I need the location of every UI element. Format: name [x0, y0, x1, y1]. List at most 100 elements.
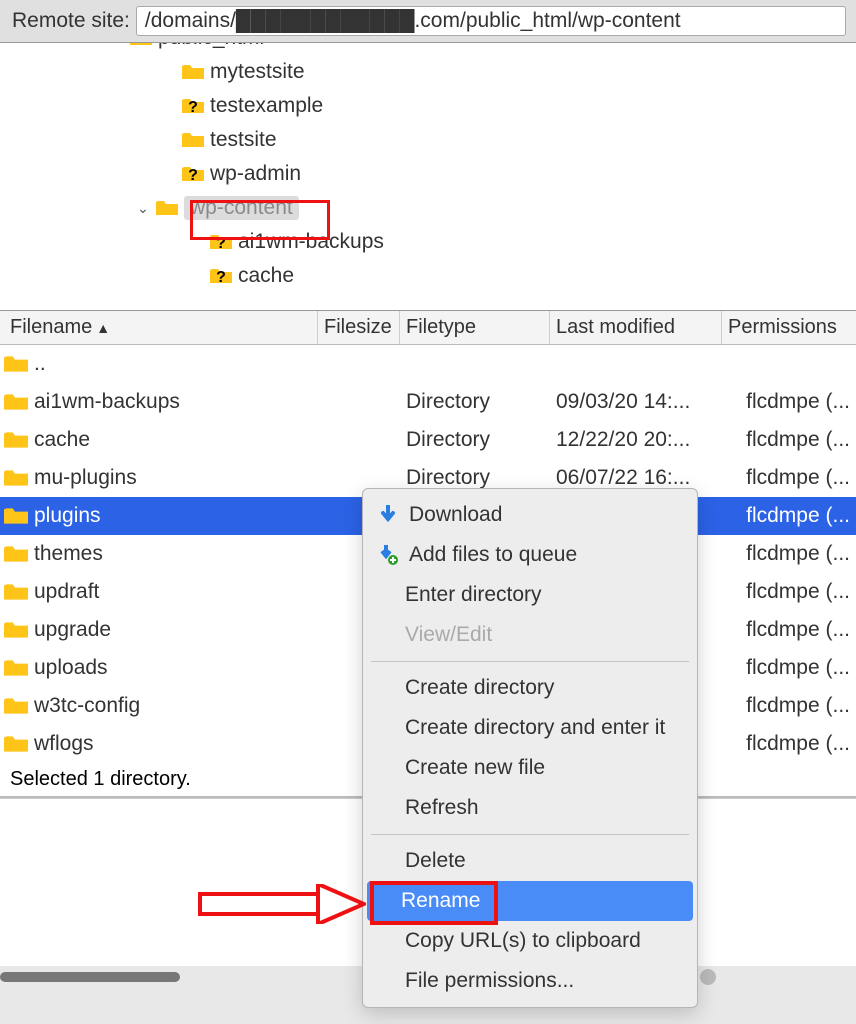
menu-view-edit: View/Edit [363, 615, 697, 655]
file-permissions: flcdmpe (... [722, 694, 856, 718]
expand-toggle-icon[interactable]: ⌄ [134, 200, 152, 217]
folder-icon [4, 430, 28, 450]
context-menu: Download Add files to queue Enter direct… [362, 488, 698, 1008]
file-permissions: flcdmpe (... [722, 580, 856, 604]
file-modified: 12/22/20 20:... [550, 428, 722, 452]
tree-item-wp-admin[interactable]: wp-admin [0, 157, 856, 191]
menu-file-permissions[interactable]: File permissions... [363, 961, 697, 1001]
header-modified[interactable]: Last modified [550, 311, 722, 344]
tree-item-testsite[interactable]: testsite [0, 123, 856, 157]
file-name: w3tc-config [34, 694, 140, 718]
tree-item-label: testexample [210, 94, 323, 118]
folder-icon [4, 582, 28, 602]
file-modified: 06/07/22 16:... [550, 466, 722, 490]
folder-icon [182, 62, 204, 82]
menu-create-directory[interactable]: Create directory [363, 668, 697, 708]
menu-enter-directory[interactable]: Enter directory [363, 575, 697, 615]
sort-asc-icon: ▲ [96, 320, 110, 336]
menu-separator [371, 661, 689, 662]
file-name: upgrade [34, 618, 111, 642]
download-icon [375, 505, 401, 525]
file-permissions: flcdmpe (... [722, 504, 856, 528]
file-modified: 09/03/20 14:... [550, 390, 722, 414]
file-permissions: flcdmpe (... [722, 656, 856, 680]
tree-item-cache[interactable]: cache [0, 259, 856, 293]
remote-tree[interactable]: public_html mytestsite testexample testsite… [0, 43, 856, 311]
file-permissions: flcdmpe (... [722, 428, 856, 452]
file-name: wflogs [34, 732, 94, 756]
question-icon [182, 164, 204, 184]
file-permissions: flcdmpe (... [722, 618, 856, 642]
tree-item-label: testsite [210, 128, 277, 152]
tree-item-public_html[interactable]: public_html [0, 43, 856, 55]
file-name: plugins [34, 504, 101, 528]
tree-item-ai1wm-backups[interactable]: ai1wm-backups [0, 225, 856, 259]
tree-item-label: public_html [158, 43, 264, 50]
folder-icon [4, 620, 28, 640]
file-type: Directory [400, 466, 550, 490]
menu-refresh-label: Refresh [405, 796, 479, 820]
menu-add-queue-label: Add files to queue [409, 543, 577, 567]
menu-enter-label: Enter directory [405, 583, 542, 607]
remote-site-label: Remote site: [12, 9, 130, 33]
folder-icon [4, 658, 28, 678]
question-icon [210, 266, 232, 286]
file-name: ai1wm-backups [34, 390, 180, 414]
list-header[interactable]: Filename ▲ Filesize Filetype Last modifi… [0, 311, 856, 345]
menu-separator [371, 834, 689, 835]
menu-copy-url[interactable]: Copy URL(s) to clipboard [363, 921, 697, 961]
menu-fileperm-label: File permissions... [405, 969, 574, 993]
file-name: uploads [34, 656, 108, 680]
header-filesize[interactable]: Filesize [318, 311, 400, 344]
menu-delete[interactable]: Delete [363, 841, 697, 881]
file-row-cache[interactable]: cacheDirectory12/22/20 20:...flcdmpe (..… [0, 421, 856, 459]
file-type: Directory [400, 390, 550, 414]
file-row-..[interactable]: .. [0, 345, 856, 383]
menu-rename-label: Rename [401, 889, 480, 913]
menu-add-queue[interactable]: Add files to queue [363, 535, 697, 575]
menu-download-label: Download [409, 503, 502, 527]
tree-item-label: wp-admin [210, 162, 301, 186]
tree-item-testexample[interactable]: testexample [0, 89, 856, 123]
header-filename[interactable]: Filename ▲ [0, 311, 318, 344]
tree-item-mytestsite[interactable]: mytestsite [0, 55, 856, 89]
folder-icon [182, 130, 204, 150]
question-icon [182, 96, 204, 116]
file-row-ai1wm-backups[interactable]: ai1wm-backupsDirectory09/03/20 14:...flc… [0, 383, 856, 421]
tree-item-wp-content[interactable]: ⌄ wp-content [0, 191, 856, 225]
menu-refresh[interactable]: Refresh [363, 788, 697, 828]
header-filename-label: Filename [10, 316, 92, 339]
menu-rename[interactable]: Rename [367, 881, 693, 921]
menu-delete-label: Delete [405, 849, 466, 873]
remote-site-bar: Remote site: [0, 0, 856, 43]
menu-download[interactable]: Download [363, 495, 697, 535]
file-name: .. [34, 352, 46, 376]
file-name: mu-plugins [34, 466, 137, 490]
tree-item-label: ai1wm-backups [238, 230, 384, 254]
file-permissions: flcdmpe (... [722, 732, 856, 756]
folder-icon [4, 696, 28, 716]
tree-item-label: wp-content [184, 196, 299, 220]
menu-viewedit-label: View/Edit [405, 623, 492, 647]
file-name: cache [34, 428, 90, 452]
file-name: themes [34, 542, 103, 566]
menu-create-file-label: Create new file [405, 756, 545, 780]
menu-create-enter-label: Create directory and enter it [405, 716, 665, 740]
menu-copy-url-label: Copy URL(s) to clipboard [405, 929, 641, 953]
folder-icon [4, 506, 28, 526]
folder-icon [156, 198, 178, 218]
folder-icon [4, 544, 28, 564]
menu-create-directory-enter[interactable]: Create directory and enter it [363, 708, 697, 748]
remote-path-input[interactable] [136, 6, 846, 36]
menu-create-dir-label: Create directory [405, 676, 554, 700]
header-permissions[interactable]: Permissions [722, 311, 856, 344]
tree-item-label: mytestsite [210, 60, 305, 84]
folder-icon [4, 734, 28, 754]
file-permissions: flcdmpe (... [722, 466, 856, 490]
header-filetype[interactable]: Filetype [400, 311, 550, 344]
file-permissions: flcdmpe (... [722, 542, 856, 566]
file-name: updraft [34, 580, 99, 604]
tree-item-label: cache [238, 264, 294, 288]
folder-icon [4, 468, 28, 488]
menu-create-file[interactable]: Create new file [363, 748, 697, 788]
